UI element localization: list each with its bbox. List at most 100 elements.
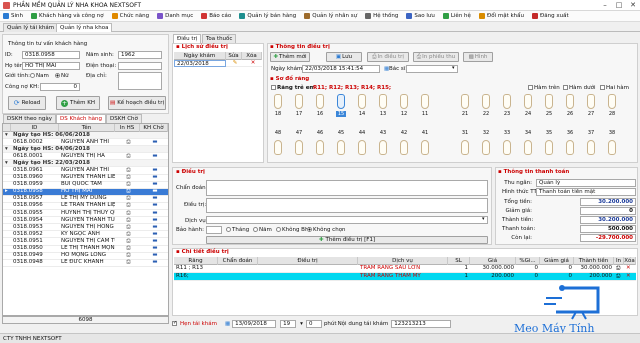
waiting-icon[interactable]: ▬ [140,139,168,146]
tooth-number[interactable]: 17 [294,111,304,117]
detail-col-10[interactable]: Xóa [624,256,636,265]
history-row[interactable]: 22/03/2018 ✎ ✕ [174,59,262,68]
expand-icon[interactable]: ▾ [3,132,11,139]
menu-item-0[interactable]: Sinh [0,13,23,19]
tooth-34-icon[interactable] [524,140,532,155]
add-treatment-button[interactable]: ✚ Thêm điều trị [F1] [206,236,488,244]
tooth-47-icon[interactable] [295,140,303,155]
print-icon[interactable]: ⎙ [115,167,140,174]
waiting-icon[interactable]: ▬ [140,202,168,209]
doctor-select[interactable] [406,65,458,73]
child-teeth-checkbox[interactable]: Răng trẻ em [271,85,315,91]
tooth-18-icon[interactable] [274,94,282,109]
upper-jaw-checkbox[interactable]: Hàm trên [528,85,560,91]
chevron-down-icon[interactable]: ▾ [452,65,455,71]
table-row[interactable]: 0318.0948 LÊ ĐỨC KHANH ⎙ ▬ [3,259,168,267]
exam-date-field[interactable]: 22/03/2018 15:41:54 [302,65,380,73]
menu-item-11[interactable]: Đăng xuất [529,13,569,19]
detail-col-7[interactable]: Giảm giá [540,256,574,265]
waiting-icon[interactable]: ▬ [140,210,168,217]
waiting-icon[interactable]: ▬ [140,188,168,195]
tooth-number[interactable]: 21 [460,111,470,117]
address-field[interactable] [118,72,162,90]
phone-field[interactable] [118,62,162,70]
print-icon[interactable]: ⎙ [614,273,624,280]
tooth-number[interactable]: 15 [336,111,346,117]
detail-col-1[interactable]: Chẩn đoán [218,256,258,265]
tooth-number[interactable]: 23 [502,111,512,117]
print-icon[interactable]: ⎙ [115,139,140,146]
print-icon[interactable]: ⎙ [115,188,140,195]
minimize-button[interactable]: – [598,0,612,11]
gender-female-radio[interactable]: Nữ [55,73,69,79]
waiting-icon[interactable]: ▬ [140,231,168,238]
delete-icon[interactable]: ✕ [242,60,262,67]
col-print[interactable]: In HS [115,124,140,132]
tooth-number[interactable]: 27 [586,111,596,117]
waiting-icon[interactable]: ▬ [140,224,168,231]
treat-field[interactable] [206,198,488,213]
waiting-icon[interactable]: ▬ [140,245,168,252]
col-delete[interactable]: Xóa [242,51,262,60]
method-select[interactable]: Thanh toán tiền mặt [536,188,636,196]
tooth-22-icon[interactable] [482,94,490,109]
waiting-icon[interactable]: ▬ [140,259,168,266]
tooth-number[interactable]: 26 [565,111,575,117]
menu-item-3[interactable]: Danh mục [154,13,193,19]
tooth-27-icon[interactable] [587,94,595,109]
waiting-icon[interactable]: ▬ [140,167,168,174]
expand-icon[interactable]: ▾ [3,146,11,153]
tooth-number[interactable]: 34 [523,130,533,136]
col-exam-date[interactable]: Ngày khám [174,51,226,60]
birth-year-field[interactable]: 1962 [118,51,162,59]
print-icon[interactable]: ⎙ [115,153,140,160]
detail-col-9[interactable]: In [614,256,624,265]
tooth-23-icon[interactable] [503,94,511,109]
waiting-icon[interactable]: ▬ [140,174,168,181]
diagnosis-field[interactable] [206,180,488,196]
tooth-31-icon[interactable] [461,140,469,155]
tooth-41-icon[interactable] [421,140,429,155]
tooth-number[interactable]: 42 [399,130,409,136]
print-treatment-button[interactable]: ⎙ In điều trị [367,52,409,62]
tooth-number[interactable]: 44 [357,130,367,136]
tooth-number[interactable]: 33 [502,130,512,136]
warranty-field[interactable] [206,226,222,234]
tooth-number[interactable]: 36 [565,130,575,136]
col-edit[interactable]: Sửa [226,51,242,60]
save-button[interactable]: ▣ Lưu [326,52,362,62]
delete-icon[interactable]: ✕ [624,265,636,272]
print-icon[interactable]: ⎙ [115,181,140,188]
print-icon[interactable]: ⎙ [115,202,140,209]
gender-male-radio[interactable]: Nam [30,73,49,79]
menu-item-10[interactable]: Đổi mật khẩu [476,13,524,19]
warranty-unselected-radio[interactable]: Không chọn [307,227,346,233]
menu-item-7[interactable]: Hệ thống [362,13,398,19]
print-icon[interactable]: ⎙ [115,210,140,217]
tooth-21-icon[interactable] [461,94,469,109]
print-icon[interactable]: ⎙ [115,231,140,238]
tooth-number[interactable]: 16 [315,111,325,117]
tooth-number[interactable]: 25 [544,111,554,117]
tooth-number[interactable]: 28 [607,111,617,117]
menu-item-6[interactable]: Quản lý nhân sự [301,13,357,19]
col-waiting[interactable]: KH Chờ [140,124,168,132]
tooth-number[interactable]: 24 [523,111,533,117]
collector-select[interactable]: Quản lý [536,179,636,187]
both-jaws-checkbox[interactable]: Hai hàm [600,85,629,91]
tooth-32-icon[interactable] [482,140,490,155]
tab-treatment[interactable]: Điều trị [173,34,202,43]
tooth-number[interactable]: 47 [294,130,304,136]
tab-prescription[interactable]: Toa thuốc [202,34,237,43]
menu-item-9[interactable]: Liên hệ [440,13,471,19]
col-id[interactable]: ID [11,124,59,132]
tooth-number[interactable]: 41 [420,130,430,136]
tooth-44-icon[interactable] [358,140,366,155]
detail-col-8[interactable]: Thành tiền [574,256,614,265]
tooth-number[interactable]: 46 [315,130,325,136]
tooth-24-icon[interactable] [524,94,532,109]
name-field[interactable]: HỒ THỊ MAI [22,62,80,70]
tab-recall[interactable]: Quản lý tái khám [3,23,59,32]
print-icon[interactable]: ⎙ [614,265,624,272]
menu-item-2[interactable]: Chức năng [109,13,149,19]
